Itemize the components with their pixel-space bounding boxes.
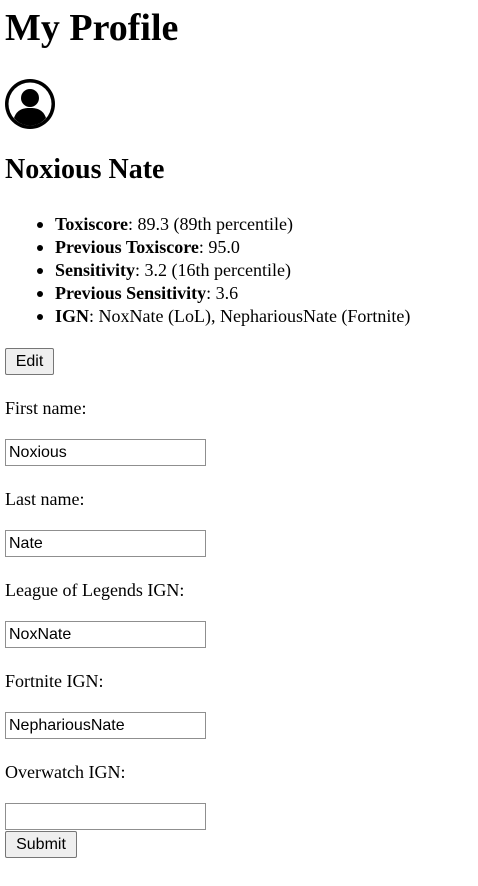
stat-ign: IGN: NoxNate (LoL), NephariousNate (Fort… [36,305,411,328]
stat-value: : 3.6 [206,283,239,303]
first-name-field[interactable] [5,439,206,466]
stat-value: : NoxNate (LoL), NephariousNate (Fortnit… [89,306,411,326]
lol-ign-field[interactable] [5,621,206,648]
user-avatar-icon [5,79,55,129]
lol-ign-label: League of Legends IGN: [5,580,185,600]
stat-previous-toxiscore: Previous Toxiscore: 95.0 [36,236,410,259]
stat-sensitivity: Sensitivity: 3.2 (16th percentile) [36,259,410,282]
stat-label: IGN [55,306,90,326]
stat-label: Previous Sensitivity [55,283,207,303]
profile-name: Noxious Nate [5,154,165,185]
stat-toxiscore: Toxiscore: 89.3 (89th percentile) [36,213,410,236]
stat-label: Previous Toxiscore [55,237,199,257]
stat-value: : 3.2 (16th percentile) [135,260,291,280]
avatar-svg [5,79,55,129]
stats-list: Toxiscore: 89.3 (89th percentile) Previo… [0,213,410,328]
first-name-label: First name: [5,398,87,418]
stat-value: : 89.3 (89th percentile) [128,214,293,234]
submit-button[interactable]: Submit [5,831,77,858]
overwatch-ign-field[interactable] [5,803,206,830]
stat-label: Sensitivity [55,260,136,280]
page-title: My Profile [5,7,179,49]
stat-label: Toxiscore [55,214,129,234]
overwatch-ign-label: Overwatch IGN: [5,762,126,782]
stat-value: : 95.0 [198,237,240,257]
fortnite-ign-label: Fortnite IGN: [5,671,104,691]
stat-previous-sensitivity: Previous Sensitivity: 3.6 [36,282,410,305]
last-name-field[interactable] [5,530,206,557]
edit-button[interactable]: Edit [5,348,54,375]
fortnite-ign-field[interactable] [5,712,206,739]
last-name-label: Last name: [5,489,85,509]
